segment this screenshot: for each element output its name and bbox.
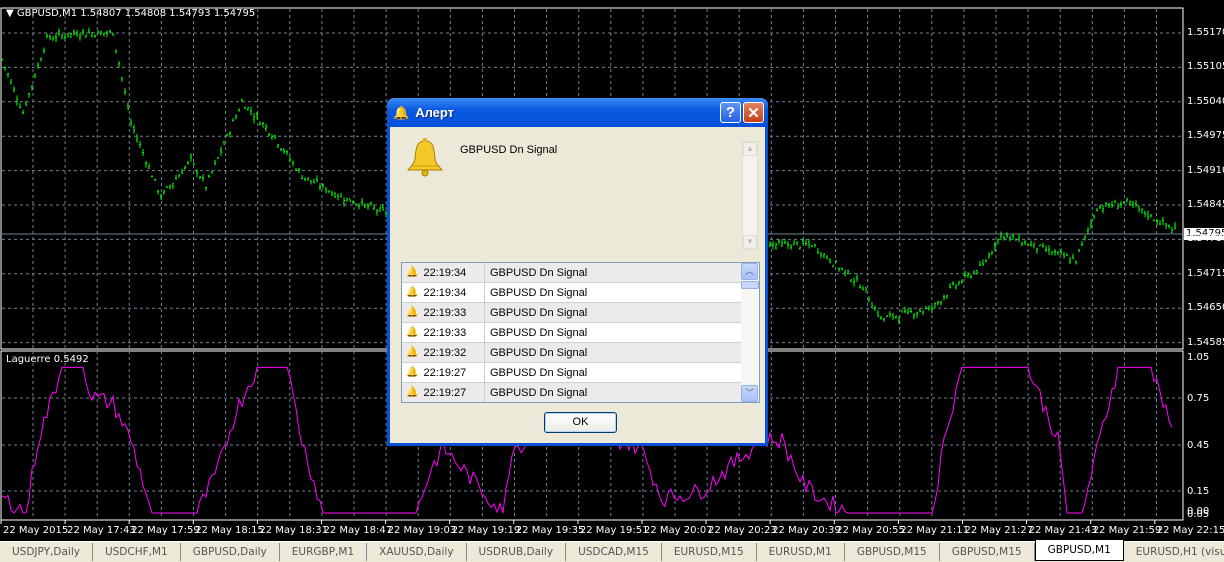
tab-usdjpy-daily[interactable]: USDJPY,Daily: [0, 543, 93, 561]
bell-icon: 🔔: [393, 104, 410, 120]
list-item[interactable]: 🔔 22:19:32 GBPUSD Dn Signal: [402, 343, 741, 363]
alert-dialog: 🔔 Алерт ? ✕ GBPUSD Dn Signal ▲ ▼ 🔔 22:19:…: [387, 98, 768, 446]
list-scrollbar[interactable]: ︿ ﹀: [741, 263, 759, 402]
time-tick: 22 May 18:47: [323, 525, 393, 536]
price-tick: 1.54715: [1187, 267, 1224, 279]
alert-text: GBPUSD Dn Signal: [490, 326, 588, 339]
ok-button[interactable]: OK: [544, 412, 617, 433]
price-tick: 1.55040: [1187, 95, 1224, 107]
alert-time: 22:19:33: [423, 326, 467, 339]
list-item[interactable]: 🔔 22:19:34 GBPUSD Dn Signal: [402, 263, 741, 283]
tab-gbpusd-m1[interactable]: GBPUSD,M1: [1034, 540, 1124, 561]
tab-gbpusd-m15[interactable]: GBPUSD,M15: [845, 543, 940, 561]
time-tick: 22 May 19:35: [515, 525, 585, 536]
collapse-triangle-icon[interactable]: ▼: [6, 8, 17, 19]
alert-time: 22:19:34: [423, 266, 467, 279]
scroll-thumb[interactable]: [741, 281, 759, 289]
time-tick: 22 May 20:39: [772, 525, 841, 536]
tab-eurusd-h1-visual-[interactable]: EURUSD,H1 (visual): [1124, 543, 1224, 561]
time-tick: 22 May 20:07: [644, 525, 713, 536]
alert-text: GBPUSD Dn Signal: [490, 266, 588, 279]
price-tick: 1.54780: [1187, 233, 1224, 245]
tab-eurgbp-m1[interactable]: EURGBP,M1: [280, 543, 368, 561]
indicator-tick: 0.05: [1187, 509, 1210, 520]
list-item[interactable]: 🔔 22:19:33 GBPUSD Dn Signal: [402, 323, 741, 343]
time-tick: 22 May 22:15: [1156, 525, 1224, 536]
price-tick: 1.54650: [1187, 302, 1224, 314]
alert-text: GBPUSD Dn Signal: [490, 366, 588, 379]
bell-icon: 🔔: [406, 307, 419, 318]
alert-text: GBPUSD Dn Signal: [490, 306, 588, 319]
list-item[interactable]: 🔔 22:19:33 GBPUSD Dn Signal: [402, 303, 741, 323]
symbol-quote: GBPUSD,M1 1.54807 1.54808 1.54793 1.5479…: [16, 8, 256, 19]
alert-text: GBPUSD Dn Signal: [490, 286, 588, 299]
alert-time: 22:19:27: [423, 386, 467, 399]
price-tick: 1.54975: [1187, 130, 1224, 142]
time-tick: 22 May 19:19: [451, 525, 521, 536]
alert-time: 22:19:32: [423, 346, 467, 359]
tab-usdchf-m1[interactable]: USDCHF,M1: [93, 543, 181, 561]
time-tick: 22 May 19:51: [579, 525, 649, 536]
time-tick: 22 May 21:59: [1092, 525, 1162, 536]
message-scrollbar[interactable]: ▲ ▼: [742, 141, 758, 250]
list-item[interactable]: 🔔 22:19:27 GBPUSD Dn Signal: [402, 383, 741, 402]
alert-text: GBPUSD Dn Signal: [490, 386, 588, 399]
tab-gbpusd-daily[interactable]: GBPUSD,Daily: [181, 543, 280, 561]
time-tick: 22 May 2015: [3, 525, 69, 536]
bell-icon: [407, 138, 443, 177]
time-tick: 22 May 18:31: [259, 525, 328, 536]
indicator-tick: 0.45: [1187, 440, 1210, 451]
alert-message: GBPUSD Dn Signal: [460, 144, 558, 156]
tab-gbpusd-m15[interactable]: GBPUSD,M15: [940, 543, 1035, 561]
indicator-label: Laguerre 0.5492: [6, 354, 89, 365]
indicator-tick: 1.05: [1187, 352, 1210, 363]
price-tick: 1.54910: [1187, 164, 1224, 176]
price-tick: 1.54585: [1187, 336, 1224, 348]
scroll-down-icon[interactable]: ▼: [743, 235, 757, 249]
time-tick: 22 May 21:11: [900, 525, 969, 536]
dialog-titlebar[interactable]: 🔔 Алерт ? ✕: [387, 98, 768, 127]
chart-tabs: USDJPY,Daily USDCHF,M1 GBPUSD,Daily EURGBP,…: [0, 540, 1224, 562]
price-tick: 1.54845: [1187, 199, 1224, 210]
scroll-down-icon[interactable]: ﹀: [741, 385, 758, 402]
time-tick: 22 May 21:43: [1028, 525, 1098, 536]
scroll-up-icon[interactable]: ︿: [741, 263, 758, 280]
indicator-tick: 0.75: [1187, 393, 1210, 404]
alert-time: 22:19:33: [423, 306, 467, 319]
time-tick: 22 May 20:55: [836, 525, 905, 536]
bell-icon: 🔔: [406, 367, 419, 378]
tab-eurusd-m15[interactable]: EURUSD,M15: [662, 543, 757, 561]
list-item[interactable]: 🔔 22:19:27 GBPUSD Dn Signal: [402, 363, 741, 383]
bell-icon: 🔔: [406, 327, 419, 338]
time-tick: 22 May 17:59: [131, 525, 200, 536]
help-button[interactable]: ?: [720, 102, 741, 123]
time-tick: 22 May 17:43: [67, 525, 136, 536]
bell-icon: 🔔: [406, 387, 419, 398]
close-button[interactable]: ✕: [743, 102, 764, 123]
price-tick: 1.55170: [1187, 27, 1224, 38]
chart-header: ▼ GBPUSD,M1 1.54807 1.54808 1.54793 1.54…: [6, 8, 255, 19]
time-tick: 22 May 21:27: [964, 525, 1034, 536]
indicator-tick: 0.15: [1187, 486, 1210, 497]
bell-icon: 🔔: [406, 287, 419, 298]
time-tick: 22 May 18:15: [195, 525, 264, 536]
bell-icon: 🔔: [406, 267, 419, 278]
alert-time: 22:19:27: [423, 366, 467, 379]
dialog-title: Алерт: [415, 105, 455, 120]
time-tick: 22 May 20:23: [708, 525, 777, 536]
alert-history-list[interactable]: 🔔 22:19:34 GBPUSD Dn Signal 🔔 22:19:34 GBPUSD…: [401, 262, 760, 403]
tab-eurusd-m1[interactable]: EURUSD,M1: [757, 543, 845, 561]
price-tick: 1.55105: [1187, 61, 1224, 73]
tab-usdrub-daily[interactable]: USDRUB,Daily: [467, 543, 567, 561]
scroll-up-icon[interactable]: ▲: [743, 142, 757, 156]
alert-text: GBPUSD Dn Signal: [490, 346, 588, 359]
tab-usdcad-m15[interactable]: USDCAD,M15: [566, 543, 662, 561]
alert-time: 22:19:34: [423, 286, 467, 299]
bell-icon: 🔔: [406, 347, 419, 358]
list-item[interactable]: 🔔 22:19:34 GBPUSD Dn Signal: [402, 283, 741, 303]
tab-xauusd-daily[interactable]: XAUUSD,Daily: [367, 543, 467, 561]
time-tick: 22 May 19:03: [387, 525, 457, 536]
